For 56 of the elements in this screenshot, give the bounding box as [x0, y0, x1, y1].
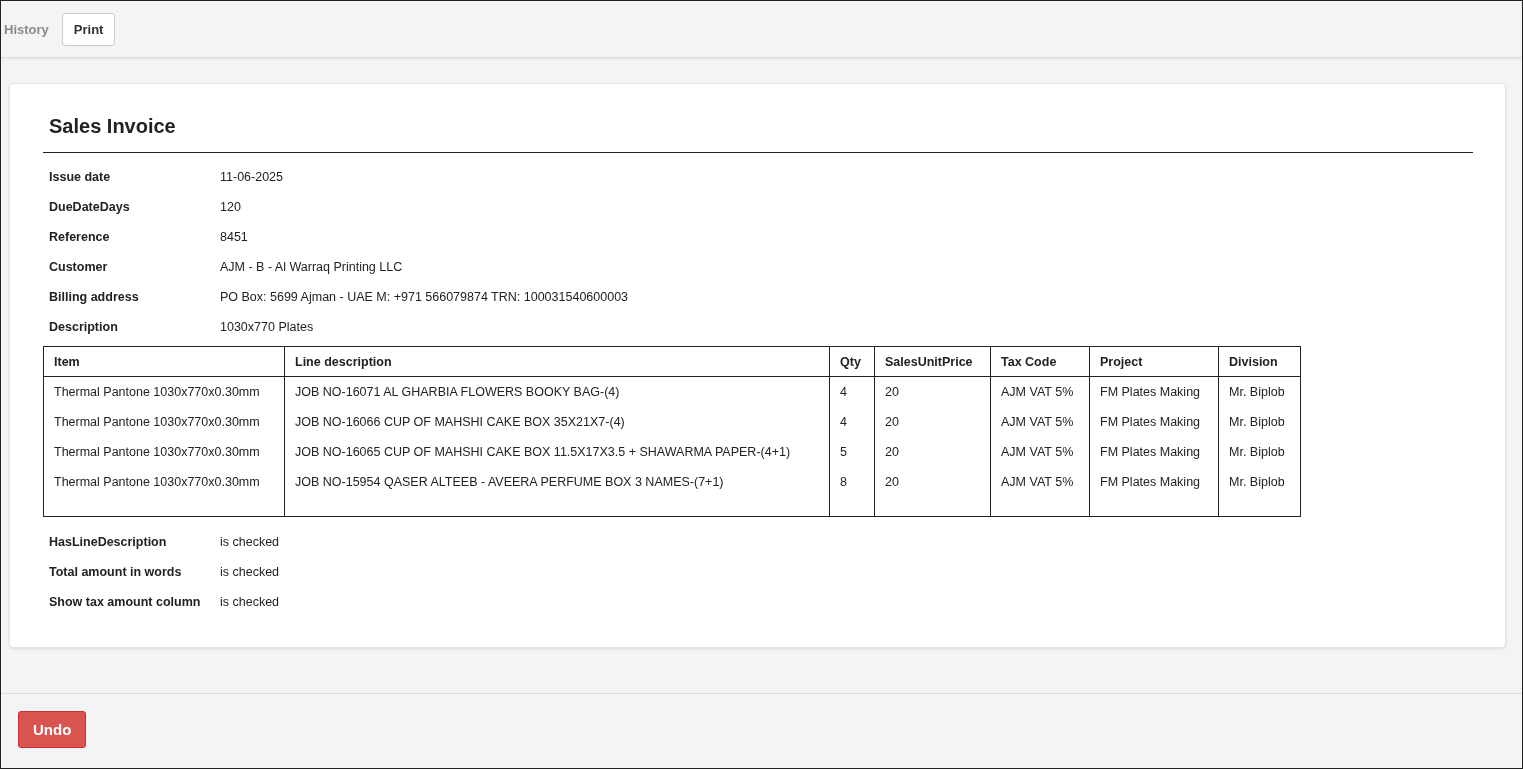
table-cell: Thermal Pantone 1030x770x0.30mm — [43, 376, 285, 407]
table-cell: 4 — [829, 376, 875, 407]
field-label: Customer — [49, 260, 109, 274]
field-label: Reference — [49, 230, 111, 244]
table-cell: 20 — [874, 376, 991, 407]
option-value: is checked — [220, 595, 280, 609]
option-value: is checked — [220, 535, 280, 549]
table-cell: 8 — [829, 466, 875, 497]
field-label: Issue date — [49, 170, 112, 184]
field-value: 11-06-2025 — [220, 170, 283, 184]
table-cell: FM Plates Making — [1089, 376, 1219, 407]
option-label: HasLineDescription — [49, 535, 168, 549]
option-label: Total amount in words — [49, 565, 183, 579]
table-cell: 20 — [874, 466, 991, 497]
table-cell: JOB NO-15954 QASER ALTEEB - AVEERA PERFUME BOX 3 NAMES-(7+1) — [284, 466, 830, 497]
field-value: 8451 — [220, 230, 248, 244]
table-cell: Mr. Biplob — [1218, 466, 1301, 497]
table-cell: AJM VAT 5% — [990, 406, 1090, 437]
table-cell: AJM VAT 5% — [990, 376, 1090, 407]
table-cell: Mr. Biplob — [1218, 436, 1301, 467]
column-header: Line description — [284, 346, 830, 377]
column-header: SalesUnitPrice — [874, 346, 991, 377]
column-header: Tax Code — [990, 346, 1090, 377]
table-cell: Thermal Pantone 1030x770x0.30mm — [43, 466, 285, 497]
column-header: Project — [1089, 346, 1219, 377]
option-value: is checked — [220, 565, 280, 579]
field-value: AJM - B - Al Warraq Printing LLC — [220, 260, 403, 274]
field-label: Description — [49, 320, 119, 334]
field-value: 1030x770 Plates — [220, 320, 314, 334]
table-cell: 20 — [874, 406, 991, 437]
invoice-title: Sales Invoice — [49, 115, 177, 138]
table-cell: 4 — [829, 406, 875, 437]
undo-button[interactable]: Undo — [18, 711, 87, 748]
column-header: Division — [1218, 346, 1301, 377]
table-cell: FM Plates Making — [1089, 406, 1219, 437]
table-cell: JOB NO-16066 CUP OF MAHSHI CAKE BOX 35X21X7-(4) — [284, 406, 830, 437]
table-cell: Mr. Biplob — [1218, 376, 1301, 407]
table-cell: JOB NO-16071 AL GHARBIA FLOWERS BOOKY BAG-(4) — [284, 376, 830, 407]
print-button[interactable]: Print — [61, 12, 116, 46]
field-label: DueDateDays — [49, 200, 131, 214]
table-cell: JOB NO-16065 CUP OF MAHSHI CAKE BOX 11.5X17X3.5 + SHAWARMA PAPER-(4+1) — [284, 436, 830, 467]
column-header: Item — [43, 346, 285, 377]
field-label: Billing address — [49, 290, 140, 304]
table-cell: AJM VAT 5% — [990, 436, 1090, 467]
field-value: 120 — [220, 200, 241, 214]
field-value: PO Box: 5699 Ajman - UAE M: +971 566079874 TRN: 100031540600003 — [220, 290, 629, 304]
table-cell: FM Plates Making — [1089, 436, 1219, 467]
table-cell: Thermal Pantone 1030x770x0.30mm — [43, 406, 285, 437]
table-cell: Mr. Biplob — [1218, 406, 1301, 437]
table-cell: 5 — [829, 436, 875, 467]
column-header: Qty — [829, 346, 875, 377]
option-label: Show tax amount column — [49, 595, 202, 609]
table-cell: 20 — [874, 436, 991, 467]
table-cell: Thermal Pantone 1030x770x0.30mm — [43, 436, 285, 467]
table-cell: AJM VAT 5% — [990, 466, 1090, 497]
table-cell: FM Plates Making — [1089, 466, 1219, 497]
